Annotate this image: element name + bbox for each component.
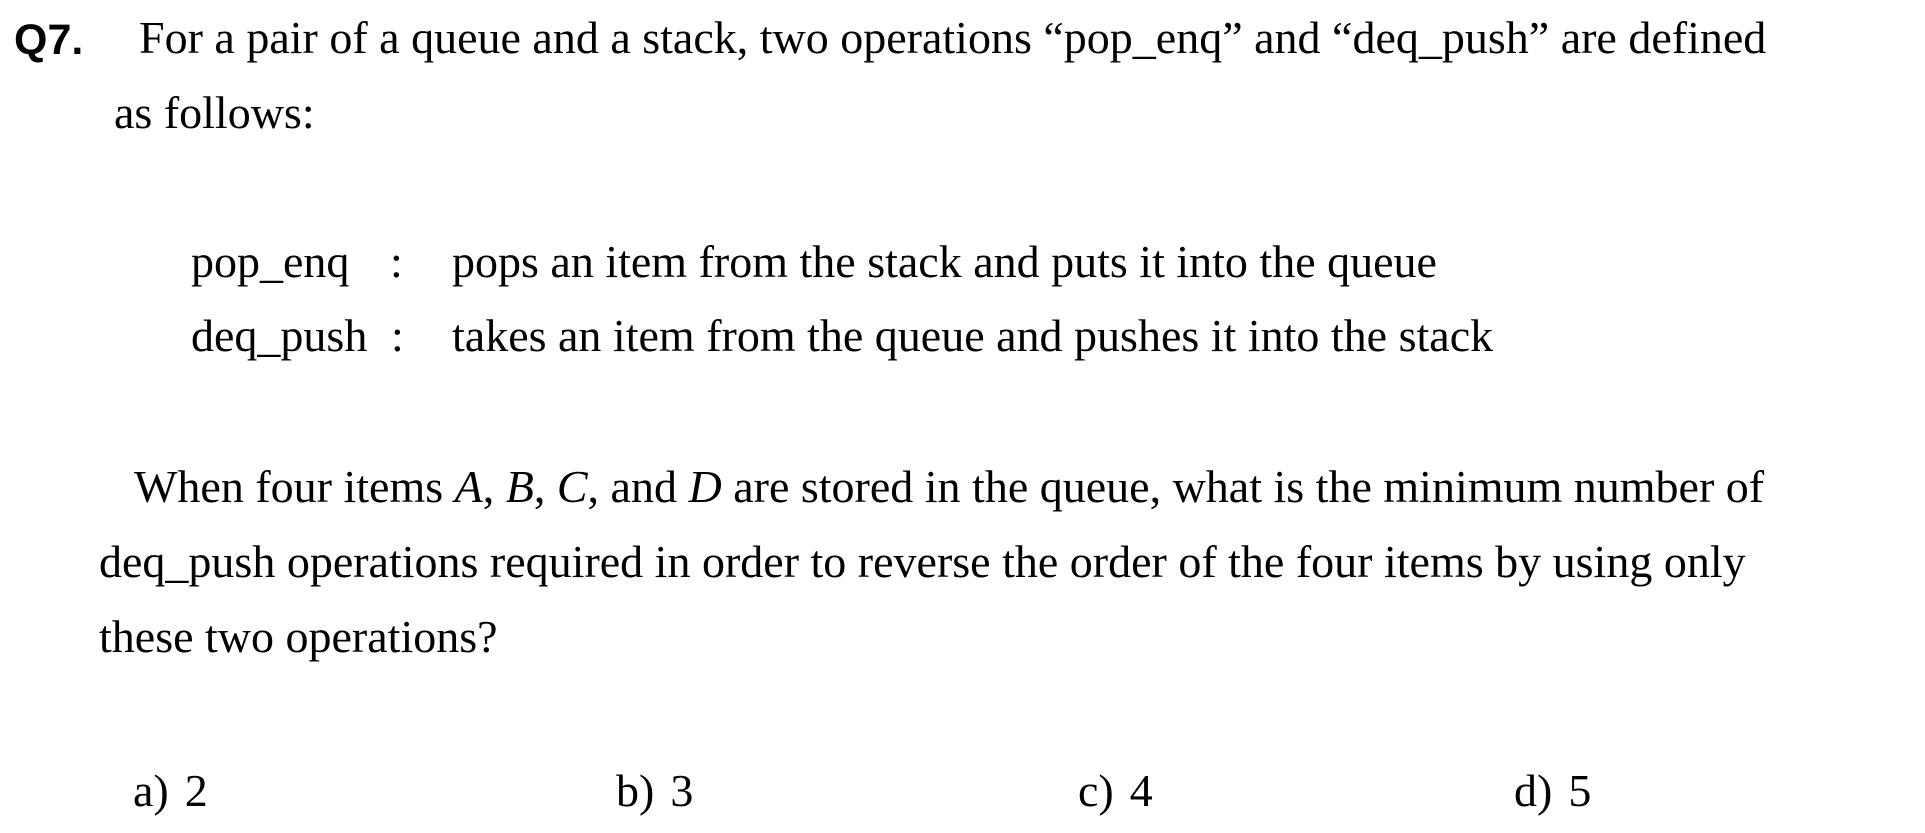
prompt-separator: , <box>533 461 557 512</box>
question-prompt-line-3: these two operations? <box>99 611 498 662</box>
option-label: d) <box>1514 765 1553 816</box>
option-value: 3 <box>670 765 694 816</box>
item-a: A <box>454 461 483 512</box>
definition-colon: : <box>390 236 403 287</box>
prompt-separator: , <box>482 461 506 512</box>
definition-term-pop-enq: pop_enq <box>191 236 350 287</box>
item-c: C <box>556 461 588 512</box>
prompt-text: are stored in the queue, what is the min… <box>721 461 1765 512</box>
question-prompt-line-2: deq_push operations required in order to… <box>99 536 1746 587</box>
definition-term-deq-push: deq_push <box>191 310 368 361</box>
question-intro-line-2: as follows: <box>114 87 315 138</box>
question-number: Q7. <box>14 16 84 64</box>
definition-colon: : <box>391 310 404 361</box>
answer-option-c[interactable]: c) 4 <box>1078 761 1153 821</box>
prompt-separator: , and <box>587 461 689 512</box>
question-intro-line-1: For a pair of a queue and a stack, two o… <box>139 12 1767 63</box>
item-b: B <box>505 461 534 512</box>
answer-option-d[interactable]: d) 5 <box>1514 761 1591 821</box>
definition-description-deq-push: takes an item from the queue and pushes … <box>452 310 1494 361</box>
option-label: a) <box>133 765 169 816</box>
answer-option-a[interactable]: a) 2 <box>133 761 208 821</box>
exam-question-page: Q7. For a pair of a queue and a stack, t… <box>0 0 1925 833</box>
option-value: 4 <box>1129 765 1153 816</box>
definition-description-pop-enq: pops an item from the stack and puts it … <box>452 236 1437 287</box>
option-label: b) <box>616 765 655 816</box>
prompt-text: When four items <box>134 461 455 512</box>
item-d: D <box>688 461 722 512</box>
answer-option-b[interactable]: b) 3 <box>616 761 693 821</box>
option-value: 5 <box>1568 765 1592 816</box>
option-value: 2 <box>184 765 208 816</box>
option-label: c) <box>1078 765 1114 816</box>
question-prompt-line-1: When four items A, B, C, and D are store… <box>134 457 1764 517</box>
